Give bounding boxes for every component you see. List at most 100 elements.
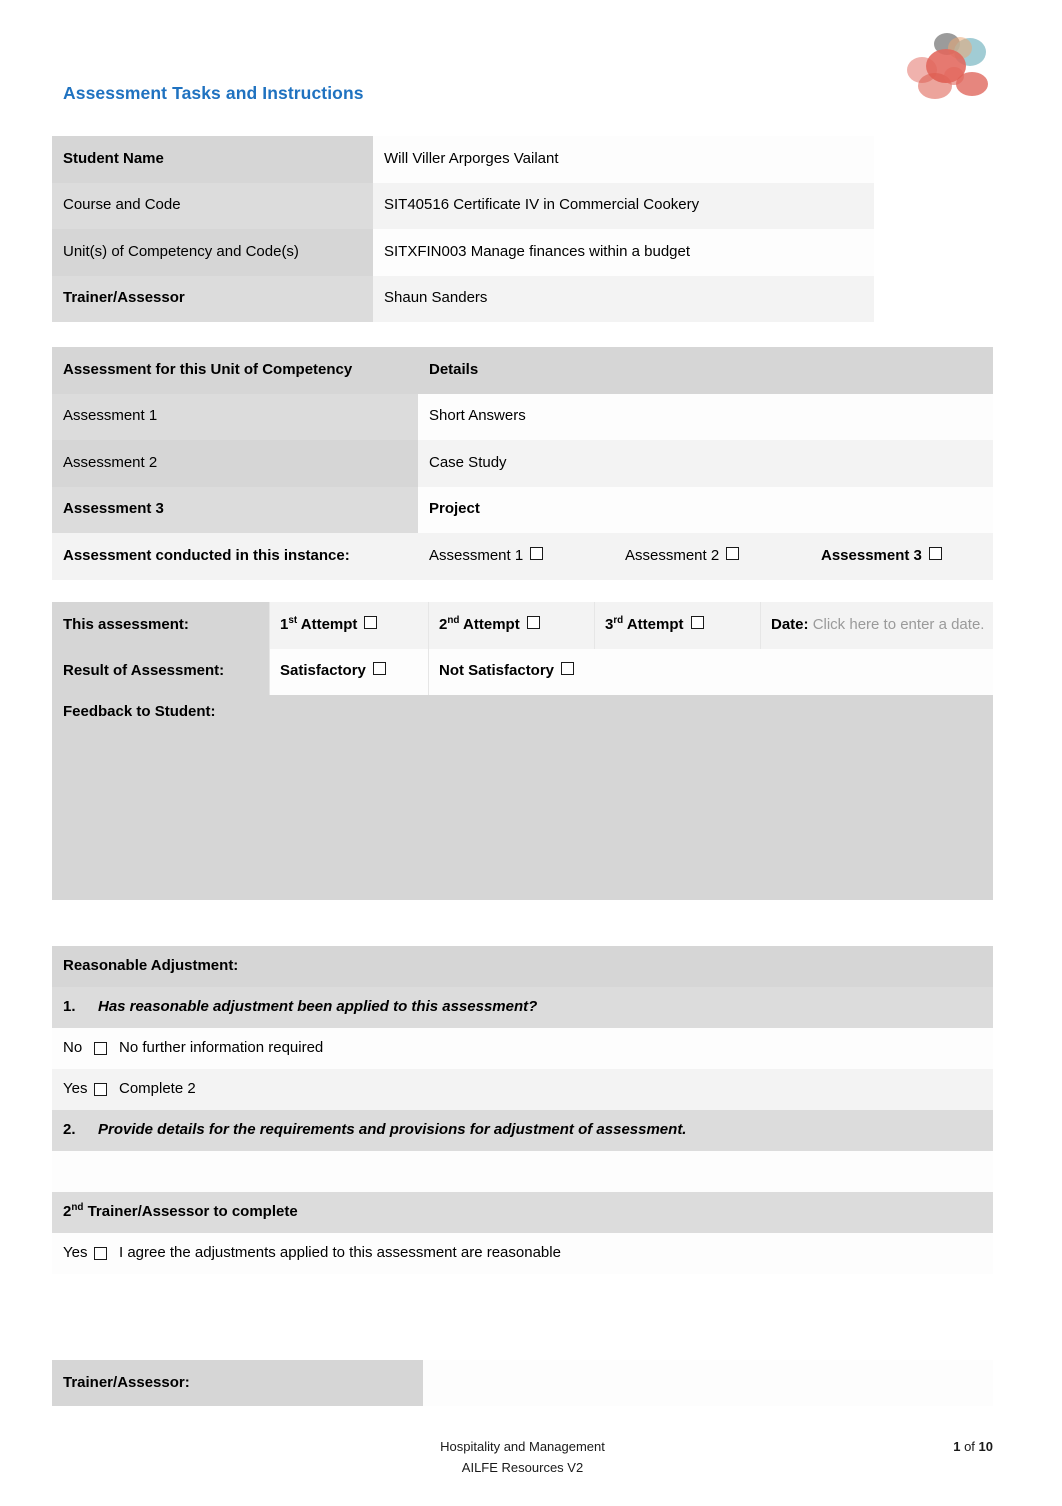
assessment-date-cell[interactable]: Date: Click here to enter a date. [760,602,993,649]
option-no-text: No further information required [119,1039,324,1057]
reasonable-adjustment-table: Reasonable Adjustment: 1. Has reasonable… [52,946,993,1274]
attempt-1[interactable]: 1st Attempt [269,602,428,649]
this-assessment-label: This assessment: [52,602,269,649]
table-row: Trainer/Assessor: [52,1360,993,1406]
row-value-student-name[interactable]: Will Viller Arporges Vailant [373,136,874,183]
attempt-2-label: Attempt [463,615,520,633]
row-value-units-of-competency[interactable]: SITXFIN003 Manage finances within a budg… [373,229,874,276]
table-row: Assessment 3 Project [52,486,993,533]
footer-resource-version: AILFE Resources V2 [461,1460,584,1475]
table-row: Course and Code SIT40516 Certificate IV … [52,182,874,229]
table-row: 2nd Trainer/Assessor to complete [52,1192,993,1233]
organisation-logo [902,26,1006,114]
reasonable-adjustment-question-2: 2. Provide details for the requirements … [52,1110,993,1151]
table-row: Trainer/Assessor Shaun Sanders [52,275,874,322]
question-2-text: Provide details for the requirements and… [98,1121,687,1139]
question-1-number: 1. [63,998,76,1016]
signature-input[interactable] [423,1360,993,1406]
question-2-number: 2. [63,1121,76,1139]
assessment-1-detail: Short Answers [418,393,993,440]
attempt-3-suffix: rd [613,614,624,626]
row-value-course-and-code[interactable]: SIT40516 Certificate IV in Commercial Co… [373,182,874,229]
attempt-3-label: Attempt [626,615,684,633]
table-row: This assessment: 1st Attempt 2nd Attempt… [52,602,993,649]
attempt-2-checkbox[interactable] [526,615,540,629]
adjustment-details-input[interactable] [52,1151,993,1192]
table-row: 2. Provide details for the requirements … [52,1110,993,1151]
assessment-result-table: This assessment: 1st Attempt 2nd Attempt… [52,602,993,695]
conducted-option-1-label: Assessment 1 [429,546,524,564]
second-assessor-heading-text: Trainer/Assessor to complete [87,1203,298,1221]
feedback-to-student-area[interactable]: Feedback to Student: [52,695,993,900]
row-label-student-name: Student Name [52,136,373,183]
result-satisfactory[interactable]: Satisfactory [269,648,428,695]
attempt-3-checkbox[interactable] [690,615,704,629]
result-satisfactory-checkbox[interactable] [372,662,386,676]
reasonable-adjustment-option-no[interactable]: No No further information required [52,1028,993,1069]
attempt-1-checkbox[interactable] [364,615,378,629]
result-not-satisfactory-label: Not Satisfactory [439,662,555,680]
assessment-date-label: Date: [771,615,809,633]
page-footer: Hospitality and Management 1 of 10 AILFE… [52,1436,993,1478]
signature-label: Trainer/Assessor: [52,1360,423,1406]
second-assessor-heading: 2nd Trainer/Assessor to complete [52,1192,993,1233]
conducted-option-3[interactable]: Assessment 3 [821,546,942,566]
option-no-checkbox[interactable] [94,1042,107,1055]
table-row: Yes I agree the adjustments applied to t… [52,1233,993,1274]
agree-text: I agree the adjustments applied to this … [119,1244,561,1262]
attempt-2-suffix: nd [447,614,460,626]
agree-word: Yes [63,1244,88,1262]
option-yes-text: Complete 2 [119,1080,196,1098]
row-value-trainer-assessor[interactable]: Shaun Sanders [373,275,874,322]
conducted-option-2[interactable]: Assessment 2 [625,546,821,566]
page-total: 10 [978,1439,993,1454]
table-row: Assessment 2 Case Study [52,440,993,487]
table-header-row: Assessment for this Unit of Competency D… [52,347,993,394]
table-row [52,1151,993,1192]
attempt-1-suffix: st [288,614,298,626]
assessment-date-input[interactable]: Click here to enter a date. [813,616,985,633]
assessment-list-table: Assessment for this Unit of Competency D… [52,347,993,580]
footer-line-2: AILFE Resources V2 [52,1457,993,1478]
footer-organisation: Hospitality and Management [440,1439,605,1454]
result-not-satisfactory[interactable]: Not Satisfactory [428,648,993,695]
page-current: 1 [953,1439,961,1454]
conducted-option-1-checkbox[interactable] [530,546,544,560]
option-no-word: No [63,1039,83,1057]
attempt-2[interactable]: 2nd Attempt [428,602,594,649]
page-title: Assessment Tasks and Instructions [63,83,364,103]
second-assessor-agreement[interactable]: Yes I agree the adjustments applied to t… [52,1233,993,1274]
row-label-trainer-assessor: Trainer/Assessor [52,275,373,322]
attempt-1-label: Attempt [300,615,358,633]
conducted-option-3-label: Assessment 3 [821,546,922,564]
row-label-units-of-competency: Unit(s) of Competency and Code(s) [52,229,373,276]
conducted-option-2-label: Assessment 2 [625,546,720,564]
table-row: Assessment conducted in this instance: A… [52,533,993,580]
signature-table: Trainer/Assessor: [52,1360,993,1406]
result-satisfactory-label: Satisfactory [280,662,366,680]
table-row: Reasonable Adjustment: [52,946,993,987]
assessment-2-label: Assessment 2 [52,440,418,487]
result-not-satisfactory-checkbox[interactable] [561,662,575,676]
table-row: No No further information required [52,1028,993,1069]
table-row: Yes Complete 2 [52,1069,993,1110]
reasonable-adjustment-heading: Reasonable Adjustment: [52,946,993,987]
feedback-to-student-label: Feedback to Student: [63,703,216,720]
table-row: Result of Assessment: Satisfactory Not S… [52,648,993,695]
page-number: 1 of 10 [953,1436,993,1457]
student-details-table: Student Name Will Viller Arporges Vailan… [52,136,874,322]
result-of-assessment-label: Result of Assessment: [52,648,269,695]
attempt-3[interactable]: 3rd Attempt [594,602,760,649]
reasonable-adjustment-option-yes[interactable]: Yes Complete 2 [52,1069,993,1110]
table-row: Student Name Will Viller Arporges Vailan… [52,136,874,183]
table-row: Unit(s) of Competency and Code(s) SITXFI… [52,229,874,276]
option-yes-checkbox[interactable] [94,1083,107,1096]
header-details: Details [418,347,993,394]
conducted-option-3-checkbox[interactable] [928,546,942,560]
conducted-option-1[interactable]: Assessment 1 [429,546,625,566]
footer-line-1: Hospitality and Management 1 of 10 [52,1436,993,1457]
agree-checkbox[interactable] [94,1247,107,1260]
assessment-3-label: Assessment 3 [52,486,418,533]
header-assessment-unit: Assessment for this Unit of Competency [52,347,418,394]
conducted-option-2-checkbox[interactable] [726,546,740,560]
